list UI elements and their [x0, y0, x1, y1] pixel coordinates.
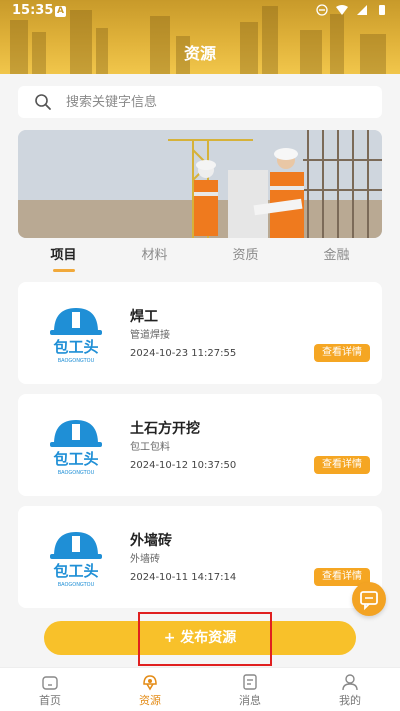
tab-qualifications[interactable]: 资质: [200, 245, 291, 275]
search-icon: [35, 94, 51, 110]
search-bar[interactable]: [18, 86, 382, 118]
logo-text: 包工头: [53, 338, 98, 356]
home-icon: [42, 676, 58, 690]
banner-image[interactable]: [18, 130, 382, 238]
wifi-icon: [336, 5, 348, 15]
nav-label: 我的: [339, 694, 361, 707]
card-timestamp: 2024-10-23 11:27:55: [130, 348, 237, 359]
nav-item-profile[interactable]: 我的: [300, 668, 400, 711]
header: 15:35 A 资源: [0, 0, 400, 74]
dnd-icon: [316, 4, 328, 16]
resource-card[interactable]: 包工头 BAOGONGTOU 外墙砖 外墙砖 2024-10-11 14:17:…: [18, 506, 382, 608]
notification-badge: A: [55, 6, 66, 17]
nav-item-messages[interactable]: 消息: [200, 668, 300, 711]
resource-icon: [143, 675, 157, 691]
logo-subtext: BAOGONGTOU: [58, 358, 95, 364]
baogongtou-logo: 包工头 BAOGONGTOU: [50, 308, 102, 364]
construction-workers-illustration: [18, 130, 382, 238]
status-time: 15:35: [12, 3, 54, 18]
bottom-nav: 首页 资源 消息 我的: [0, 667, 400, 711]
tab-materials[interactable]: 材料: [109, 245, 200, 275]
card-subtitle: 管道焊接: [130, 330, 170, 341]
resource-card[interactable]: 包工头 BAOGONGTOU 土石方开挖 包工包料 2024-10-12 10:…: [18, 394, 382, 496]
search-input[interactable]: [66, 86, 366, 118]
card-subtitle: 外墙砖: [130, 554, 160, 565]
page-title: 资源: [183, 44, 216, 63]
card-timestamp: 2024-10-11 14:17:14: [130, 572, 237, 583]
floating-chat-button[interactable]: [352, 582, 386, 616]
resource-card[interactable]: 包工头 BAOGONGTOU 焊工 管道焊接 2024-10-23 11:27:…: [18, 282, 382, 384]
card-title: 土石方开挖: [130, 421, 200, 437]
logo-subtext: BAOGONGTOU: [58, 582, 95, 588]
battery-icon: [379, 5, 385, 15]
chat-icon: [360, 591, 378, 611]
baogongtou-logo: 包工头 BAOGONGTOU: [50, 420, 102, 476]
view-details-button[interactable]: 查看详情: [314, 344, 370, 362]
category-tabs: 项目 材料 资质 金融: [18, 245, 382, 275]
card-title: 焊工: [130, 309, 158, 325]
highlight-box: [138, 612, 272, 666]
nav-label: 首页: [39, 694, 61, 707]
card-title: 外墙砖: [130, 533, 172, 549]
logo-subtext: BAOGONGTOU: [58, 470, 95, 476]
logo-text: 包工头: [53, 450, 98, 468]
status-bar: 15:35 A: [0, 0, 400, 24]
tab-projects[interactable]: 项目: [18, 245, 109, 275]
status-icons: [316, 4, 388, 16]
view-details-button[interactable]: 查看详情: [314, 456, 370, 474]
tab-finance[interactable]: 金融: [291, 245, 382, 275]
card-subtitle: 包工包料: [130, 442, 170, 453]
nav-item-home[interactable]: 首页: [0, 668, 100, 711]
baogongtou-logo: 包工头 BAOGONGTOU: [50, 532, 102, 588]
logo-text: 包工头: [53, 562, 98, 580]
signal-icon: [357, 5, 367, 15]
nav-item-resources[interactable]: 资源: [100, 668, 200, 711]
nav-label: 消息: [239, 694, 261, 707]
profile-icon: [342, 674, 358, 691]
card-timestamp: 2024-10-12 10:37:50: [130, 460, 237, 471]
message-icon: [243, 674, 257, 690]
nav-label: 资源: [139, 694, 161, 707]
